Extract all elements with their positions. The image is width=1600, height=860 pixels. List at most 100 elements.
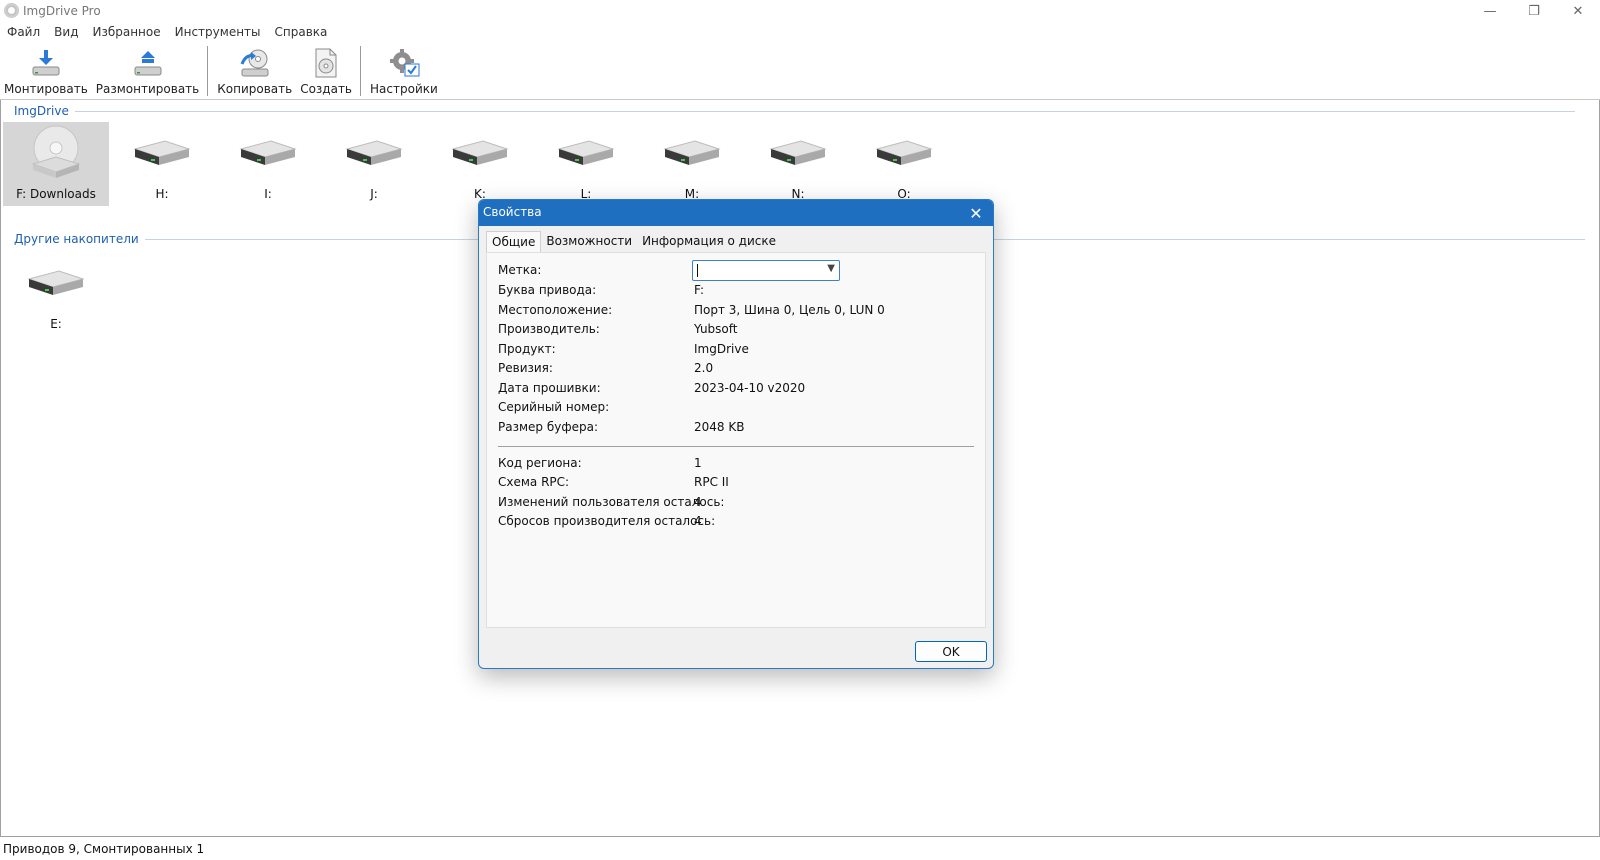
drive-item[interactable]: L:	[533, 122, 639, 206]
unmount-label: Размонтировать	[95, 82, 200, 96]
prop-value: 2.0	[694, 361, 714, 375]
drive-icon	[661, 122, 723, 184]
copy-button[interactable]: Копировать	[213, 46, 296, 98]
drive-item[interactable]: N:	[745, 122, 851, 206]
drive-label: H:	[155, 187, 169, 201]
prop-label: Серийный номер:	[498, 400, 610, 414]
prop-value: 1	[694, 456, 702, 470]
settings-button[interactable]: Настройки	[366, 46, 442, 98]
drive-item[interactable]: O:	[851, 122, 957, 206]
tab-panel-general: Метка: ▼ Буква привода: F: Местоположени…	[486, 252, 986, 628]
drive-item[interactable]: M:	[639, 122, 745, 206]
prop-label: Дата прошивки:	[498, 381, 601, 395]
window-title: ImgDrive Pro	[23, 4, 101, 18]
drive-label: F: Downloads	[16, 187, 96, 201]
prop-value: 2023-04-10 v2020	[694, 381, 806, 395]
menu-help[interactable]: Справка	[268, 23, 335, 43]
prop-row: Производитель: Yubsoft	[498, 322, 738, 336]
mount-icon	[28, 48, 64, 78]
prop-label: Местоположение:	[498, 303, 613, 317]
copy-disc-icon	[237, 48, 273, 78]
ok-button[interactable]: OK	[915, 641, 987, 662]
eject-icon	[130, 48, 166, 78]
settings-label: Настройки	[370, 82, 438, 96]
prop-value: 4	[694, 514, 702, 528]
menu-bar: Файл Вид Избранное Инструменты Справка	[0, 23, 334, 43]
chevron-down-icon[interactable]: ▼	[827, 263, 835, 274]
create-label: Создать	[300, 82, 353, 96]
prop-row: Размер буфера: 2048 KB	[498, 420, 744, 434]
drive-item[interactable]: K:	[427, 122, 533, 206]
drive-icon	[237, 122, 299, 184]
window-controls: — ❐ ✕	[1468, 0, 1600, 22]
restore-button[interactable]: ❐	[1512, 0, 1556, 22]
status-text: Приводов 9, Смонтированных 1	[3, 842, 205, 856]
menu-favorites[interactable]: Избранное	[85, 23, 167, 43]
section-divider	[498, 446, 974, 447]
prop-label: Размер буфера:	[498, 420, 598, 434]
drive-icon	[767, 122, 829, 184]
mount-button[interactable]: Монтировать	[0, 46, 92, 98]
prop-label: Схема RPC:	[498, 475, 570, 489]
prop-label: Продукт:	[498, 342, 556, 356]
drive-item[interactable]: F: Downloads	[3, 122, 109, 206]
create-image-icon	[308, 48, 344, 78]
tab-capabilities[interactable]: Возможности	[541, 231, 637, 252]
menu-file[interactable]: Файл	[0, 23, 47, 43]
tab-general[interactable]: Общие	[486, 231, 542, 253]
prop-row: Код региона: 1	[498, 456, 702, 470]
prop-label: Сбросов производителя осталось:	[498, 514, 716, 528]
drive-icon	[449, 122, 511, 184]
drive-icon	[25, 252, 87, 314]
dialog-title: Свойства	[483, 205, 542, 219]
minimize-button[interactable]: —	[1468, 0, 1512, 22]
prop-value: 2048 KB	[694, 420, 745, 434]
prop-row-label: Метка:	[498, 263, 694, 277]
prop-row: Дата прошивки: 2023-04-10 v2020	[498, 381, 805, 395]
dialog-tabs: Общие Возможности Информация о диске	[486, 231, 781, 253]
group-divider	[74, 110, 1575, 112]
prop-value: RPC II	[694, 475, 729, 489]
prop-value: 4	[694, 495, 702, 509]
prop-row: Ревизия: 2.0	[498, 361, 713, 375]
menu-view[interactable]: Вид	[47, 23, 85, 43]
gear-icon	[386, 48, 422, 78]
status-bar: Приводов 9, Смонтированных 1	[0, 838, 1600, 860]
drive-item[interactable]: I:	[215, 122, 321, 206]
drive-icon	[131, 122, 193, 184]
prop-label: Буква привода:	[498, 283, 597, 297]
drive-icon	[555, 122, 617, 184]
drive-item[interactable]: H:	[109, 122, 215, 206]
drive-icon	[873, 122, 935, 184]
text-caret	[697, 264, 698, 277]
group-title: ImgDrive	[14, 104, 69, 118]
app-window: ImgDrive Pro — ❐ ✕ Файл Вид Избранное Ин…	[0, 0, 1600, 860]
tab-disc-info[interactable]: Информация о диске	[637, 231, 781, 252]
properties-dialog: Свойства ✕ Общие Возможности Информация …	[478, 199, 994, 669]
volume-label-combobox[interactable]: ▼	[692, 260, 840, 281]
prop-row: Сбросов производителя осталось: 4	[498, 514, 716, 528]
drive-item[interactable]: J:	[321, 122, 427, 206]
prop-row: Продукт: ImgDrive	[498, 342, 749, 356]
drive-item[interactable]: E:	[3, 252, 109, 336]
group-header-imgdrive: ImgDrive	[14, 104, 1575, 118]
drive-label: I:	[264, 187, 272, 201]
menu-tools[interactable]: Инструменты	[168, 23, 268, 43]
prop-label: Метка:	[498, 263, 542, 277]
toolbar-separator	[360, 46, 362, 96]
prop-value: ImgDrive	[694, 342, 749, 356]
close-button[interactable]: ✕	[1556, 0, 1600, 22]
dialog-title-bar: Свойства ✕	[479, 200, 993, 226]
drive-label: E:	[50, 317, 62, 331]
prop-label: Код региона:	[498, 456, 582, 470]
create-button[interactable]: Создать	[296, 46, 356, 98]
prop-row: Серийный номер:	[498, 400, 694, 414]
app-disc-icon	[4, 3, 19, 18]
drive-label: J:	[370, 187, 378, 201]
prop-label: Производитель:	[498, 322, 600, 336]
mount-label: Монтировать	[4, 82, 88, 96]
prop-value: F:	[694, 283, 705, 297]
unmount-button[interactable]: Размонтировать	[92, 46, 203, 98]
dialog-close-button[interactable]: ✕	[965, 202, 987, 224]
prop-label: Изменений пользователя осталось:	[498, 495, 725, 509]
